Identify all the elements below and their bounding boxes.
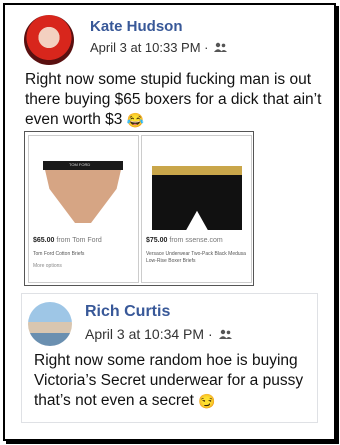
author-name[interactable]: Rich Curtis bbox=[85, 303, 170, 321]
product-name: Tom Ford Cotton Briefs bbox=[33, 251, 85, 257]
friends-icon bbox=[218, 329, 232, 342]
product-price: $65.00 from Tom Ford bbox=[33, 237, 102, 244]
store-name: from ssense.com bbox=[169, 237, 223, 244]
brand-mark: TOM FORD bbox=[69, 162, 91, 167]
avatar[interactable] bbox=[28, 302, 72, 346]
product-name: Versace Underwear Two-Pack Black Medusa … bbox=[146, 251, 246, 264]
shared-image[interactable]: TOM FORD $65.00 from Tom Ford Tom Ford C… bbox=[24, 131, 254, 286]
price-value: $75.00 bbox=[146, 237, 168, 244]
price-value: $65.00 bbox=[33, 237, 55, 244]
laughing-emoji: 😂 bbox=[126, 112, 145, 128]
friends-icon bbox=[214, 42, 228, 55]
post-text: Right now some random hoe is buying Vict… bbox=[34, 351, 309, 411]
product-card[interactable]: $75.00 from ssense.com Versace Underwear… bbox=[141, 135, 252, 283]
more-options: More options bbox=[33, 263, 62, 269]
post-date[interactable]: April 3 at 10:34 PM · bbox=[85, 326, 213, 342]
store-name: from Tom Ford bbox=[56, 237, 102, 244]
trunk-image bbox=[152, 166, 242, 230]
author-name[interactable]: Kate Hudson bbox=[90, 18, 183, 35]
post-meta: April 3 at 10:34 PM · bbox=[85, 326, 232, 342]
brief-image bbox=[43, 161, 123, 223]
avatar[interactable] bbox=[24, 15, 74, 65]
post-rich: Rich Curtis April 3 at 10:34 PM · Right … bbox=[21, 293, 318, 423]
smirk-emoji: 😏 bbox=[198, 393, 216, 409]
post-text-body: Right now some random hoe is buying Vict… bbox=[34, 352, 304, 410]
post-meta: April 3 at 10:33 PM · bbox=[90, 40, 228, 55]
post-text-body: Right now some stupid fucking man is out… bbox=[25, 71, 322, 129]
product-price: $75.00 from ssense.com bbox=[146, 237, 223, 244]
waistband bbox=[152, 166, 242, 175]
post-date[interactable]: April 3 at 10:33 PM · bbox=[90, 40, 209, 55]
product-card[interactable]: TOM FORD $65.00 from Tom Ford Tom Ford C… bbox=[28, 135, 139, 283]
post-text: Right now some stupid fucking man is out… bbox=[25, 70, 325, 130]
